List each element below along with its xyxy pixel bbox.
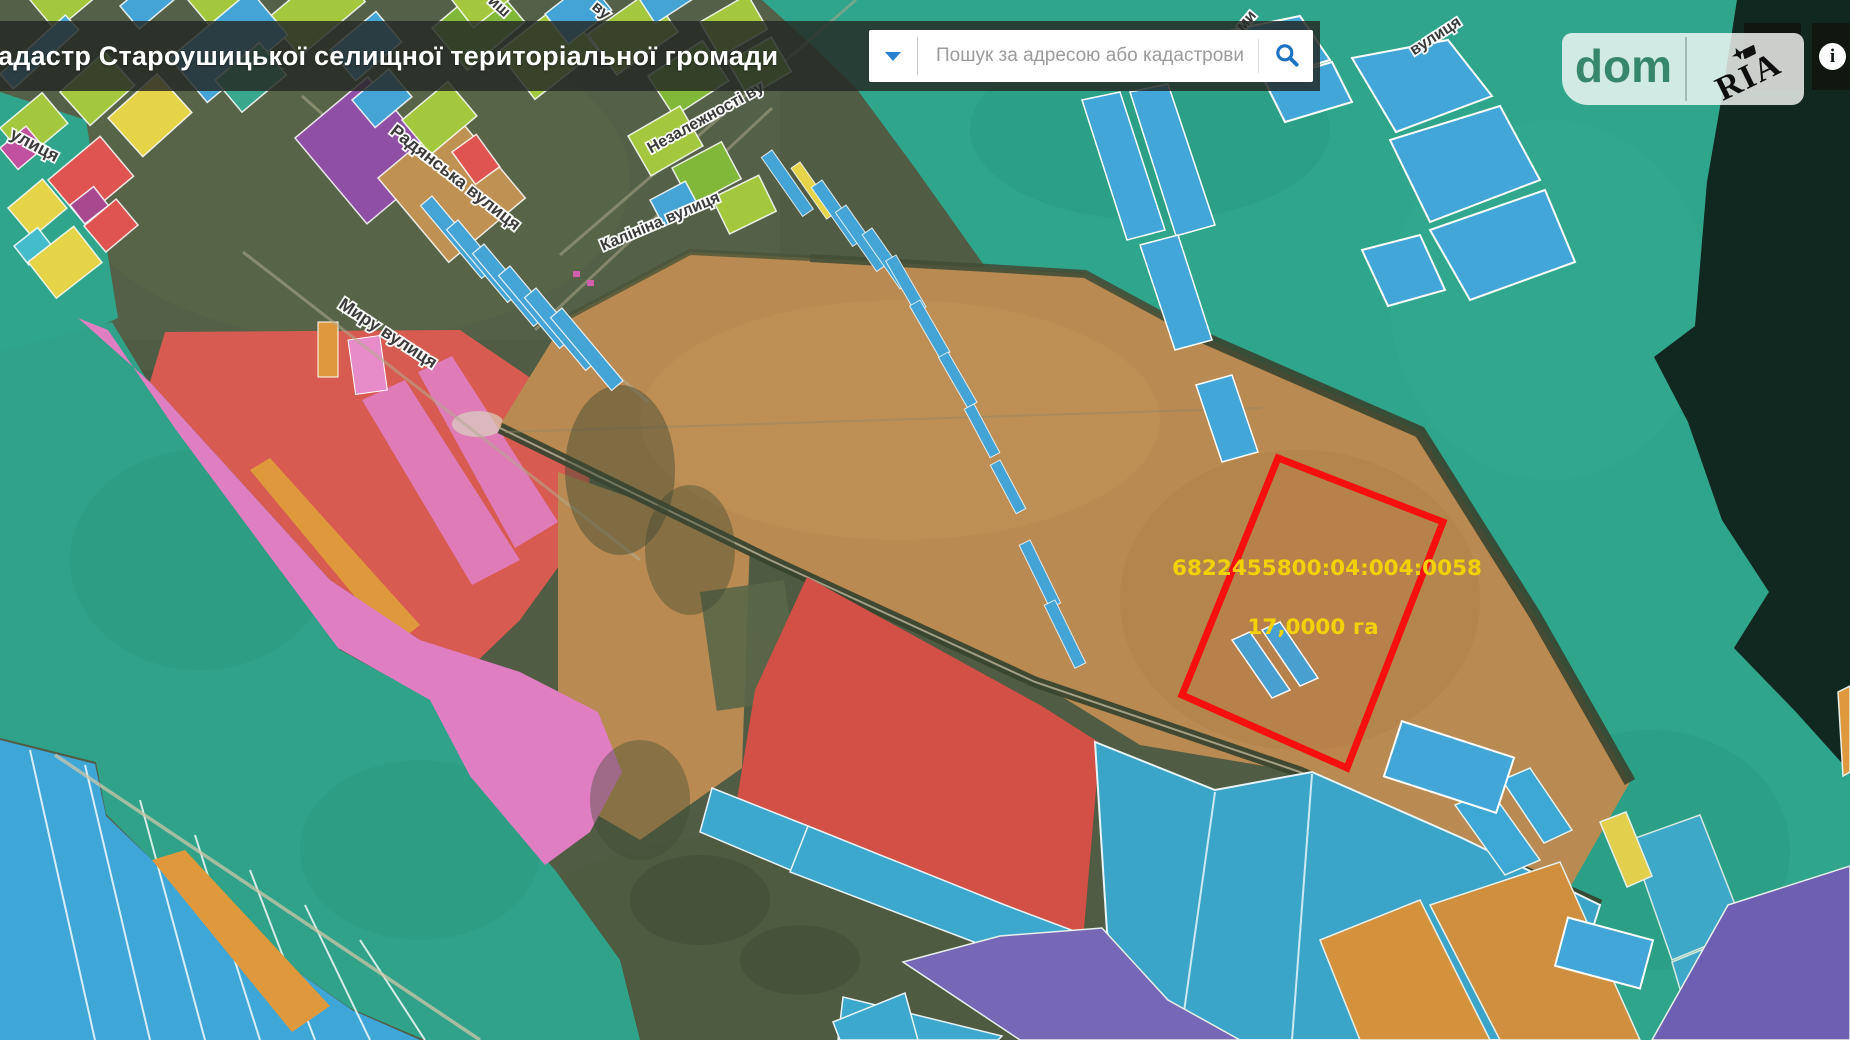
info-button[interactable]: i: [1812, 23, 1850, 90]
search-box: [869, 30, 1313, 82]
page-title: адастр Староушицької селищної територіал…: [0, 41, 778, 72]
chevron-down-icon: [885, 52, 901, 61]
search-input[interactable]: [918, 30, 1258, 82]
dom-logo-text: dom: [1575, 43, 1672, 95]
parcel-cadastral-number: 6822455800:04:004:0058: [1172, 556, 1482, 581]
dom-ria-logo[interactable]: dom RIA: [1562, 33, 1804, 105]
info-icon: i: [1819, 43, 1846, 70]
parcel-area-label: 17,0000 га: [1247, 615, 1378, 640]
search-button[interactable]: [1259, 30, 1313, 82]
cadastre-map[interactable]: 6822455800:04:004:0058 17,0000 га Радянс…: [0, 0, 1850, 1040]
dom-logo: dom: [1562, 33, 1685, 105]
search-category-dropdown[interactable]: [869, 30, 917, 82]
cadastre-map-app: 6822455800:04:004:0058 17,0000 га Радянс…: [0, 0, 1850, 1040]
magnifier-icon: [1273, 41, 1300, 71]
ria-logo: RIA: [1687, 33, 1804, 105]
